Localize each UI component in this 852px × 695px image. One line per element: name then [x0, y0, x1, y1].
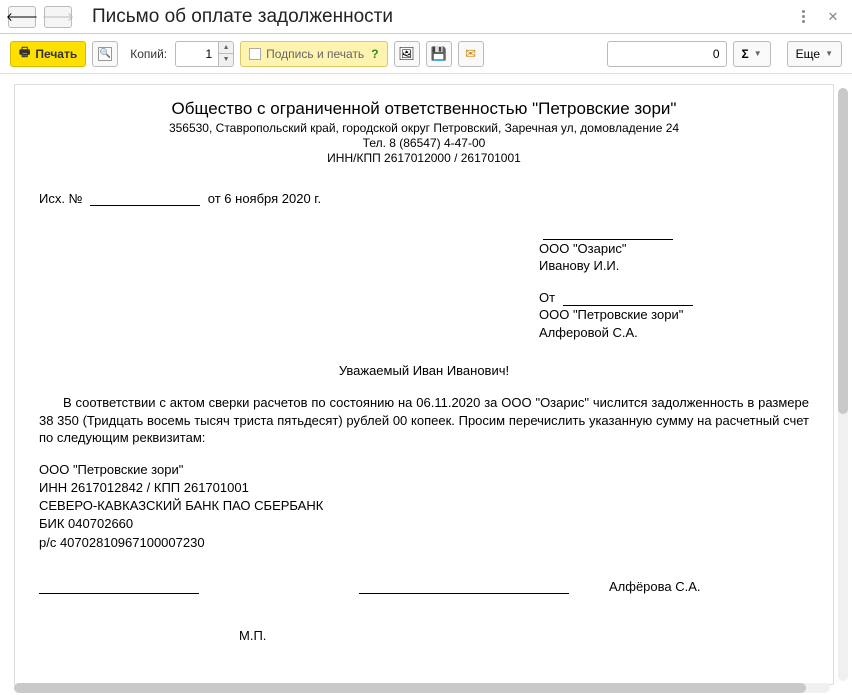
more-label: Еще	[796, 47, 820, 61]
signature-line-right	[359, 578, 569, 594]
requisites-block: ООО "Петровские зори" ИНН 2617012842 / К…	[39, 461, 809, 552]
req-bank: СЕВЕРО-КАВКАЗСКИЙ БАНК ПАО СБЕРБАНК	[39, 497, 809, 515]
sigma-icon: Σ	[742, 47, 749, 61]
preview-button[interactable]: 🔍	[92, 41, 118, 67]
req-inn: ИНН 2617012842 / КПП 261701001	[39, 479, 809, 497]
close-button[interactable]: ✕	[822, 6, 844, 28]
window-title: Письмо об оплате задолженности	[92, 6, 784, 28]
help-icon: ?	[371, 47, 378, 61]
sum-value: 0	[713, 47, 720, 61]
export-image-button[interactable]: 🖼	[394, 41, 420, 67]
to-org: ООО "Озарис"	[539, 240, 809, 258]
req-bik: БИК 040702660	[39, 515, 809, 533]
body-text: В соответствии с актом сверки расчетов п…	[39, 395, 809, 445]
signature-line-left	[39, 578, 199, 594]
out-prefix: Исх. №	[39, 191, 83, 206]
from-person: Алферовой С.А.	[539, 324, 809, 342]
req-acct: р/с 40702810967100007230	[39, 534, 809, 552]
copies-input[interactable]	[176, 42, 218, 66]
picture-icon: 🖼	[398, 46, 415, 62]
signer-name: Алфёрова С.А.	[609, 579, 701, 594]
horizontal-scrollbar[interactable]	[14, 683, 830, 693]
org-name: Общество с ограниченной ответственностью…	[39, 99, 809, 119]
body-paragraph: В соответствии с актом сверки расчетов п…	[39, 394, 809, 447]
document-viewport: Общество с ограниченной ответственностью…	[0, 74, 852, 695]
more-button[interactable]: Еще ▼	[787, 41, 842, 67]
magnifier-icon: 🔍	[98, 47, 112, 61]
out-number-blank	[90, 192, 200, 206]
checkbox-icon	[249, 48, 261, 60]
org-phone: Тел. 8 (86547) 4-47-00	[39, 136, 809, 150]
out-date-prefix: от	[208, 191, 221, 206]
print-button-label: Печать	[35, 47, 77, 61]
printer-icon: 🖶	[19, 43, 30, 64]
titlebar: 🡐 🡒 Письмо об оплате задолженности ✕	[0, 0, 852, 34]
recipient-block: ООО "Озарис" Иванову И.И. От ООО "Петров…	[539, 222, 809, 341]
dropdown-icon: ▼	[825, 49, 833, 58]
sum-field[interactable]: 0	[607, 41, 727, 67]
to-blank-line	[543, 226, 673, 240]
salutation: Уважаемый Иван Иванович!	[39, 363, 809, 378]
to-person: Иванову И.И.	[539, 257, 809, 275]
req-org: ООО "Петровские зори"	[39, 461, 809, 479]
scroll-thumb-v[interactable]	[838, 88, 848, 414]
vertical-scrollbar[interactable]	[838, 88, 848, 681]
outgoing-line: Исх. № от 6 ноября 2020 г.	[39, 191, 809, 206]
save-button[interactable]: 💾	[426, 41, 452, 67]
kebab-menu-icon[interactable]	[792, 6, 814, 28]
sign-and-print-button[interactable]: Подпись и печать ?	[240, 41, 387, 67]
sign-and-print-label: Подпись и печать	[266, 47, 364, 61]
dropdown-icon: ▼	[754, 49, 762, 58]
org-address: 356530, Ставропольский край, городской о…	[39, 121, 809, 135]
document-page[interactable]: Общество с ограниченной ответственностью…	[14, 84, 834, 685]
envelope-icon: ✉	[465, 46, 476, 62]
copies-down[interactable]: ▼	[219, 54, 233, 66]
print-button[interactable]: 🖶 Печать	[10, 41, 86, 67]
copies-up[interactable]: ▲	[219, 42, 233, 54]
stamp-label: М.П.	[239, 628, 809, 643]
signature-row: Алфёрова С.А.	[39, 578, 809, 594]
nav-back-button[interactable]: 🡐	[8, 6, 36, 28]
copies-spinner[interactable]: ▲ ▼	[175, 41, 234, 67]
org-inn-kpp: ИНН/КПП 2617012000 / 261701001	[39, 151, 809, 165]
nav-forward-button[interactable]: 🡒	[44, 6, 72, 28]
scroll-thumb-h[interactable]	[14, 683, 806, 693]
floppy-icon: 💾	[430, 46, 446, 62]
toolbar: 🖶 Печать 🔍 Копий: ▲ ▼ Подпись и печать ?…	[0, 34, 852, 74]
sigma-button[interactable]: Σ ▼	[733, 41, 771, 67]
out-date: 6 ноября 2020 г.	[224, 191, 321, 206]
email-button[interactable]: ✉	[458, 41, 484, 67]
from-org: ООО "Петровские зори"	[539, 306, 809, 324]
copies-label: Копий:	[130, 47, 167, 61]
from-label: От	[539, 290, 555, 305]
from-blank-line	[563, 292, 693, 306]
